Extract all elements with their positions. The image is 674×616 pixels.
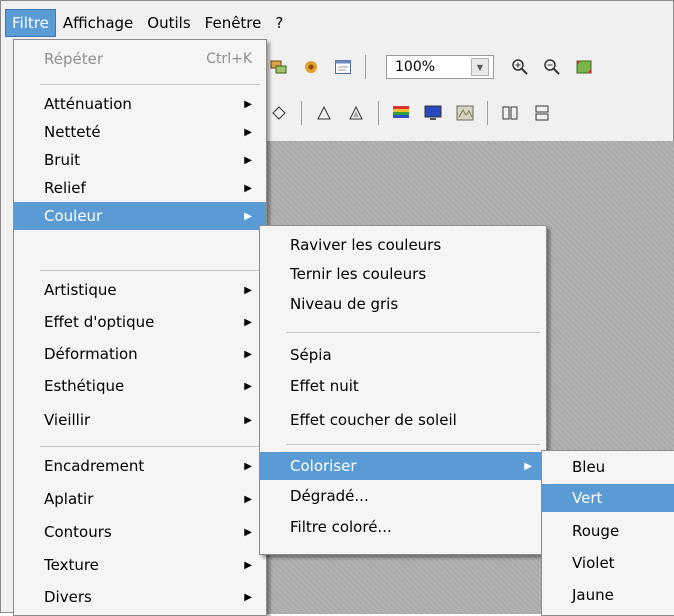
chevron-right-icon: ▶ <box>244 154 252 166</box>
chevron-right-icon: ▶ <box>244 210 252 222</box>
chevron-right-icon: ▶ <box>244 591 252 603</box>
menu-item-relief[interactable]: Relief ▶ <box>14 174 266 202</box>
menu-item-sepia[interactable]: Sépia <box>260 341 546 369</box>
chevron-right-icon: ▶ <box>244 559 252 571</box>
menu-item-filtre-colore[interactable]: Filtre coloré... <box>260 513 546 541</box>
menu-divider <box>40 446 260 447</box>
menu-item-couleur[interactable]: Couleur ▶ <box>14 202 266 230</box>
monitor-color-icon[interactable] <box>423 103 443 123</box>
menu-item-repeter: Répéter Ctrl+K <box>44 50 252 68</box>
chevron-right-icon: ▶ <box>244 316 252 328</box>
menu-item-deformation[interactable]: Déformation ▶ <box>14 340 266 368</box>
chevron-right-icon: ▶ <box>524 460 532 472</box>
toolbar-separator <box>378 101 379 125</box>
menu-bar: Filtre Affichage Outils Fenêtre ? <box>5 8 666 38</box>
flip-horizontal-icon[interactable] <box>500 103 520 123</box>
zoom-value: 100% <box>395 59 436 75</box>
menu-item-rouge[interactable]: Rouge <box>542 517 674 545</box>
menu-outils[interactable]: Outils <box>141 10 196 36</box>
menu-item-effet-nuit[interactable]: Effet nuit <box>260 372 546 400</box>
toolbar-separator <box>301 101 302 125</box>
shortcut-label: Ctrl+K <box>206 51 252 67</box>
menu-item-niveau-gris[interactable]: Niveau de gris <box>260 290 546 318</box>
menu-fenetre[interactable]: Fenêtre <box>199 10 268 36</box>
menu-item-raviver[interactable]: Raviver les couleurs <box>260 231 546 259</box>
menu-item-contours[interactable]: Contours ▶ <box>14 518 266 546</box>
zoom-in-icon[interactable] <box>510 57 530 77</box>
menu-item-divers[interactable]: Divers ▶ <box>14 583 266 611</box>
chevron-right-icon: ▶ <box>244 414 252 426</box>
menu-item-aplatir[interactable]: Aplatir ▶ <box>14 485 266 513</box>
filtre-menu: Répéter Ctrl+K Atténuation ▶ Netteté ▶ Bru… <box>13 39 267 616</box>
menu-item-nettete[interactable]: Netteté ▶ <box>14 118 266 146</box>
texture-icon[interactable] <box>455 103 475 123</box>
chevron-right-icon: ▶ <box>244 284 252 296</box>
menu-item-effet-optique[interactable]: Effet d'optique ▶ <box>14 308 266 336</box>
toolbar-separator <box>487 101 488 125</box>
menu-item-ternir[interactable]: Ternir les couleurs <box>260 260 546 288</box>
color-palette-icon[interactable] <box>391 103 411 123</box>
triangle-icon[interactable] <box>314 103 334 123</box>
menu-item-artistique[interactable]: Artistique ▶ <box>14 276 266 304</box>
menu-item-texture[interactable]: Texture ▶ <box>14 551 266 579</box>
menu-divider <box>40 84 260 85</box>
chevron-right-icon: ▶ <box>244 98 252 110</box>
triangle-shade-icon[interactable] <box>346 103 366 123</box>
menu-item-esthetique[interactable]: Esthétique ▶ <box>14 372 266 400</box>
plugin-icon[interactable] <box>301 57 321 77</box>
menu-affichage[interactable]: Affichage <box>57 10 139 36</box>
chevron-down-icon[interactable]: ▼ <box>471 58 489 76</box>
menu-item-coloriser[interactable]: Coloriser ▶ <box>260 452 546 480</box>
menu-item-coucher-soleil[interactable]: Effet coucher de soleil <box>260 406 546 434</box>
zoom-out-icon[interactable] <box>542 57 562 77</box>
menu-item-vert[interactable]: Vert <box>542 484 674 512</box>
toolbar-tools <box>263 95 674 131</box>
menu-filtre[interactable]: Filtre <box>5 9 56 37</box>
menu-item-jaune[interactable]: Jaune <box>542 581 674 609</box>
chevron-right-icon: ▶ <box>244 380 252 392</box>
menu-item-degrade[interactable]: Dégradé... <box>260 482 546 510</box>
zoom-select[interactable]: 100% ▼ <box>386 55 494 79</box>
toolbar-top: 100% ▼ <box>263 49 674 85</box>
window-icon[interactable] <box>333 57 353 77</box>
flip-vertical-icon[interactable] <box>532 103 552 123</box>
chevron-right-icon: ▶ <box>244 493 252 505</box>
toolbar-separator <box>365 55 366 79</box>
couleur-submenu: Raviver les couleurs Ternir les couleurs… <box>259 225 547 555</box>
fill-drop-icon[interactable] <box>269 103 289 123</box>
menu-item-violet[interactable]: Violet <box>542 549 674 577</box>
chevron-right-icon: ▶ <box>244 460 252 472</box>
menu-item-vieillir[interactable]: Vieillir ▶ <box>14 406 266 434</box>
app-window: Filtre Affichage Outils Fenêtre ? 100% ▼ <box>0 0 674 616</box>
chevron-right-icon: ▶ <box>244 348 252 360</box>
menu-divider <box>286 332 540 333</box>
chevron-right-icon: ▶ <box>244 182 252 194</box>
menu-item-bruit[interactable]: Bruit ▶ <box>14 146 266 174</box>
layers-icon[interactable] <box>269 57 289 77</box>
coloriser-submenu: Bleu Vert Rouge Violet Jaune <box>541 450 674 616</box>
menu-help[interactable]: ? <box>269 10 289 36</box>
fit-image-icon[interactable] <box>574 57 594 77</box>
menu-item-encadrement[interactable]: Encadrement ▶ <box>14 452 266 480</box>
chevron-right-icon: ▶ <box>244 526 252 538</box>
chevron-right-icon: ▶ <box>244 126 252 138</box>
menu-divider <box>40 270 260 271</box>
menu-item-bleu[interactable]: Bleu <box>542 453 674 481</box>
menu-item-attenuation[interactable]: Atténuation ▶ <box>14 90 266 118</box>
menu-divider <box>286 444 540 445</box>
